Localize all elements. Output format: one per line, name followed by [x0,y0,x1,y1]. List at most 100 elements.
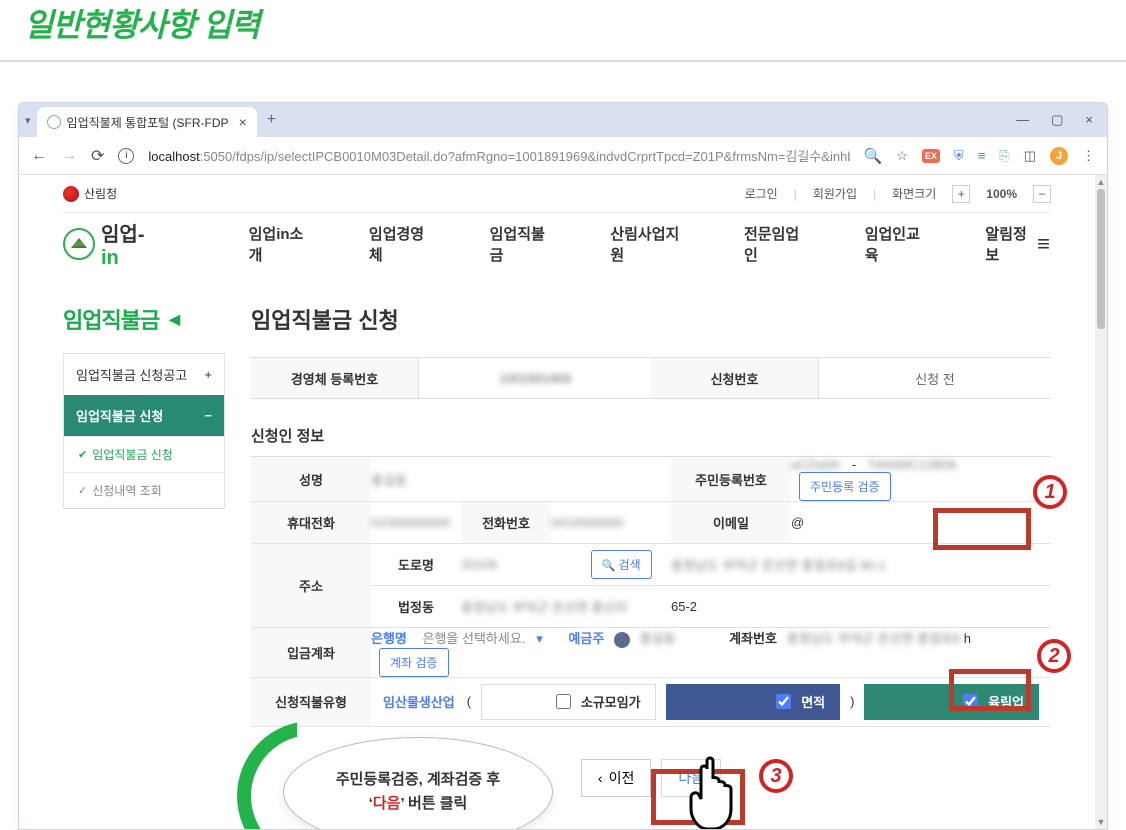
star-icon[interactable]: ☆ [896,148,908,164]
name-value: 홍길동 [371,470,407,489]
address-label: 주소 [251,544,371,628]
browser-tab[interactable]: 임업직불제 통합포털 (SFR-FDP × [37,107,257,137]
sidebar-sub-apply[interactable]: 임업직불금 신청 [64,436,224,472]
address-bar: ← → ⟳ i localhost:5050/fdps/ip/selectIPC… [19,137,1107,175]
sidebar-item-notice[interactable]: 임업직불금 신청공고+ [64,354,224,395]
lot-value: 65-2 [671,599,697,614]
url-field[interactable]: localhost:5050/fdps/ip/selectIPCB0010M03… [148,146,849,165]
nav-item-payment[interactable]: 임업직불금 [490,223,555,265]
phone-label: 전화번호 [461,502,551,544]
reload-icon[interactable]: ⟳ [91,146,104,166]
panel-icon[interactable]: ◫ [1024,148,1036,164]
road-detail-value: 충청남도 부여군 온산면 홍칠로8길 90-1 [671,555,886,574]
scrollbar[interactable]: ▲ ▼ [1095,175,1107,829]
next-button[interactable]: 다음 [661,759,721,797]
url-path: :5050/fdps/ip/selectIPCB0010M03Detail.do… [200,149,850,164]
rrn-verify-button[interactable]: 주민등록 검증 [799,472,891,501]
zoom-out-button[interactable]: − [1033,185,1051,203]
app-no-value: 신청 전 [819,358,1051,398]
nav-item-education[interactable]: 임업인교육 [865,223,930,265]
tab-list-caret-icon[interactable]: ▾ [25,114,31,127]
site-logo[interactable]: 임업-in [63,218,159,270]
divider: | [794,187,797,201]
speech-callout: 주민등록검증, 계좌검증 후 ‘다음’ 버튼 클릭 [263,731,563,830]
divider: | [873,187,876,201]
government-top-bar: 산림청 로그인 | 회원가입 | 화면크기 + 100% − [63,175,1051,213]
site-navbar: 임업-in 임업in소개 임업경영체 임업직불금 산림사업지원 전문임업인 임업… [63,213,1051,275]
bank-select[interactable]: 은행을 선택하세요. ▾ [417,627,549,650]
zoom-label: 화면크기 [892,185,936,202]
zoom-in-button[interactable]: + [952,185,970,203]
nav-item-notice[interactable]: 알림정보 [985,223,1037,265]
window-close-icon[interactable]: × [1085,112,1093,128]
tab-title: 임업직불제 통합포털 (SFR-FDP [67,114,229,131]
callout-number-2: 2 [1037,639,1071,673]
nav-item-intro[interactable]: 임업in소개 [249,223,313,265]
shield-icon[interactable]: ⛨ [954,148,964,164]
tab-bar: ▾ 임업직불제 통합포털 (SFR-FDP × + — ▢ × [19,103,1107,137]
mobile-value: 01000000000 [371,515,451,530]
reg-no-value: 1001891969 [419,358,651,398]
prev-button[interactable]: ‹이전 [581,759,651,797]
nav-item-business[interactable]: 임업경영체 [369,223,434,265]
nav-item-support[interactable]: 산림사업지원 [610,223,688,265]
plus-icon: + [204,367,212,382]
app-no-label: 신청번호 [651,358,819,398]
main-title: 임업직불금 신청 [251,303,1051,335]
chevron-left-icon: ‹ [598,770,603,786]
gov-logo[interactable]: 산림청 [63,185,117,202]
profile-avatar[interactable]: J [1050,147,1068,165]
holder-value: 홍길동 [640,628,676,647]
extension-green-icon[interactable]: ≡ [978,148,986,163]
gov-logo-icon [63,186,79,202]
account-verify-button[interactable]: 계좌 검증 [379,648,449,677]
scroll-down-icon[interactable]: ▼ [1095,815,1107,829]
road-value: 33109 [461,557,497,572]
paren: ) [850,694,854,709]
rrn-label: 주민등록번호 [671,457,791,502]
bank-label: 은행명 [371,628,407,647]
sidebar: 임업직불금 ◀ 임업직불금 신청공고+ 임업직불금 신청− 임업직불금 신청 [63,303,225,829]
sidebar-item-apply[interactable]: 임업직불금 신청− [64,395,224,436]
acct-no-value: 충청남도 부여군 온산면 홍칠로8 [787,628,961,647]
mobile-label: 휴대전화 [251,502,371,544]
chevron-down-icon: ▾ [536,631,543,646]
applicant-form: 성명 홍길동 주민등록번호 aCDqSh - Td4AMC12B0b 주민등록 … [251,456,1051,727]
type-small-checkbox[interactable]: 소규모임가 [481,684,656,720]
site-info-icon[interactable]: i [118,148,134,164]
maximize-icon[interactable]: ▢ [1051,112,1063,128]
search-icon[interactable]: 🔍 [864,147,883,165]
type-forest-checkbox[interactable]: 육림업 [864,684,1039,720]
email-at: @ [791,515,804,530]
coin-icon [614,632,630,648]
gov-brand: 산림청 [84,185,117,202]
kebab-menu-icon[interactable]: ⋮ [1082,148,1095,164]
close-icon[interactable]: × [239,114,247,130]
back-icon[interactable]: ← [31,147,47,165]
site-logo-icon [63,228,95,260]
nav-item-professional[interactable]: 전문임업인 [744,223,809,265]
hamburger-menu-icon[interactable]: ≡ [1037,231,1051,257]
site-logo-text: 임업-in [101,218,159,270]
scroll-thumb[interactable] [1097,189,1105,329]
sidebar-sub-history[interactable]: ✓ 신청내역 조회 [64,472,224,508]
legal-dong-label: 법정동 [371,586,461,628]
minus-icon: − [204,408,212,423]
address-search-button[interactable]: 검색 [591,550,652,579]
url-host: localhost [148,149,199,164]
bracket-icon[interactable]: ⎘ [999,148,1009,164]
minimize-icon[interactable]: — [1016,112,1029,128]
signup-link[interactable]: 회원가입 [813,185,857,202]
sidebar-title: 임업직불금 ◀ [63,303,225,335]
new-tab-button[interactable]: + [267,111,276,129]
info-strip: 경영체 등록번호 1001891969 신청번호 신청 전 [251,357,1051,399]
login-link[interactable]: 로그인 [745,185,778,202]
page-heading: 일반현황사항 입력 [0,0,1126,62]
scroll-up-icon[interactable]: ▲ [1095,175,1107,189]
extension-badge-icon[interactable]: EX [922,149,940,163]
legal-dong-value: 충청남도 부여군 온산면 홍산리 [461,597,627,616]
holder-label: 예금주 [568,628,604,647]
type-area-checkbox[interactable]: 면적 [666,684,841,720]
forward-icon[interactable]: → [61,147,77,165]
road-label: 도로명 [371,544,461,586]
